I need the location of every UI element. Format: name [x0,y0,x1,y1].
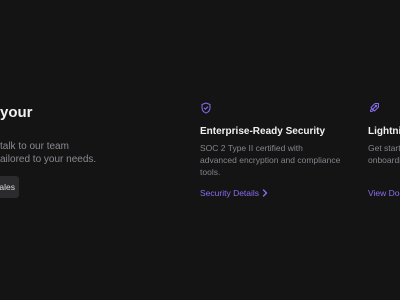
security-details-link[interactable]: Security Details [200,188,268,198]
feature-description: Get starte onboardi [368,142,400,166]
feature-description-line-2: onboardi [368,155,400,165]
feature-description-line-1: Get starte [368,143,400,153]
contact-sales-button[interactable]: ales [0,176,19,198]
rocket-icon [370,103,379,112]
feature-card-performance: Lightnin Get starte onboardi View Doc [368,102,400,198]
cta-section: your talk to our team ailored to your ne… [0,104,140,198]
view-docs-link[interactable]: View Doc [368,188,400,198]
link-label: Security Details [200,188,260,198]
feature-description-line-1: SOC 2 Type II certified with [200,143,303,153]
cta-heading: your [0,104,33,121]
feature-title: Lightnin [368,126,400,137]
feature-card-security: Enterprise-Ready Security SOC 2 Type II … [200,102,350,198]
feature-title: Enterprise-Ready Security [200,126,326,137]
feature-description-line-3: tools. [200,167,221,177]
chevron-right-icon [262,189,268,197]
link-label: View Doc [368,188,400,198]
cta-description-line-2: ailored to your needs. [0,154,97,165]
cta-description: talk to our team ailored to your needs. [0,140,140,166]
feature-description-line-2: advanced encryption and compliance [200,155,341,165]
cta-description-line-1: talk to our team [0,141,69,152]
feature-description: SOC 2 Type II certified with advanced en… [200,142,340,178]
shield-check-icon [201,102,211,114]
